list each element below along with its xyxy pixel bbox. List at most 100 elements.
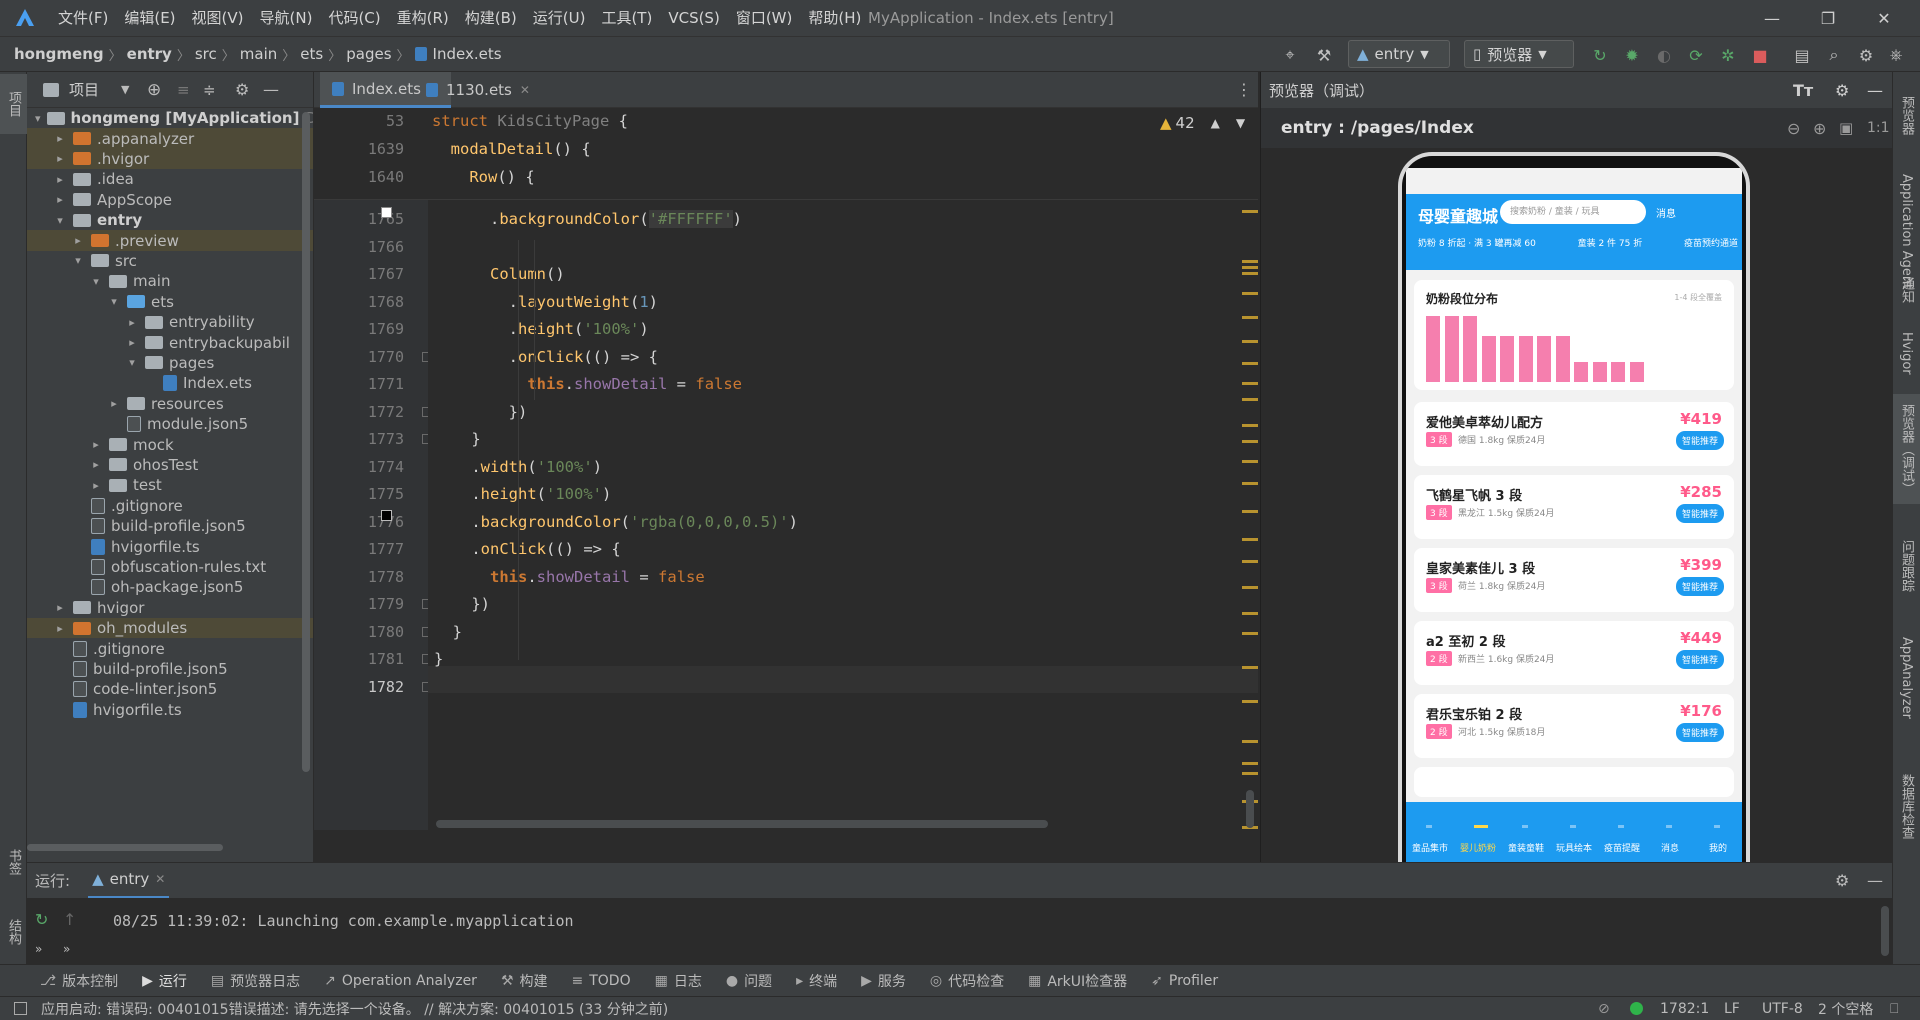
tree-item[interactable]: hvigorfile.ts bbox=[27, 700, 313, 720]
product-card[interactable]: a2 至初 2 段 ¥449 2 段新西兰 1.6kg 保质24月 智能推荐 bbox=[1414, 621, 1734, 685]
status-dot-icon[interactable] bbox=[1630, 1002, 1643, 1015]
tree-item[interactable]: module.json5 bbox=[27, 414, 313, 434]
menu-item[interactable]: 视图(V) bbox=[184, 0, 252, 36]
warning-stripe-mark[interactable] bbox=[1242, 340, 1258, 343]
bottom-tool-tab[interactable]: ▸ 终端 bbox=[784, 971, 849, 991]
tree-item[interactable]: ▾ main bbox=[27, 271, 313, 291]
warning-stripe-mark[interactable] bbox=[1242, 272, 1258, 275]
warning-stripe-mark[interactable] bbox=[1242, 772, 1258, 775]
warning-stripe-mark[interactable] bbox=[1242, 460, 1258, 463]
code-line[interactable]: } bbox=[434, 430, 480, 448]
tree-item[interactable]: ▸ .preview bbox=[27, 230, 313, 251]
hide-panel-icon[interactable]: — bbox=[1867, 871, 1883, 890]
recommend-button[interactable]: 智能推荐 bbox=[1675, 504, 1724, 523]
editor-vscrollbar[interactable] bbox=[1246, 790, 1254, 828]
tree-item[interactable]: obfuscation-rules.txt bbox=[27, 557, 313, 577]
chevron-right-icon[interactable]: ▸ bbox=[53, 152, 67, 165]
menu-item[interactable]: 代码(C) bbox=[320, 0, 388, 36]
warning-stripe-mark[interactable] bbox=[1242, 482, 1258, 485]
chevron-down-icon[interactable]: ▾ bbox=[35, 112, 41, 125]
run-console[interactable]: ↻ ↑ » » 08/25 11:39:02: Launching com.ex… bbox=[27, 898, 1892, 964]
locate-icon[interactable]: ⊕ bbox=[147, 80, 161, 100]
tree-item[interactable]: code-linter.json5 bbox=[27, 679, 313, 699]
tree-item[interactable]: ▸ .hvigor bbox=[27, 148, 313, 170]
bottom-nav-item[interactable]: 疫苗提醒 bbox=[1598, 841, 1646, 854]
right-tool-tab[interactable]: 通知 bbox=[1893, 268, 1920, 312]
tree-item[interactable]: ▸ oh_modules bbox=[27, 618, 313, 639]
recommend-button[interactable]: 智能推荐 bbox=[1675, 577, 1724, 596]
cursor-position[interactable]: 1782:1 bbox=[1660, 1001, 1709, 1017]
code-editor[interactable]: .backgroundColor('#FFFFFF') Column() .la… bbox=[428, 200, 1258, 830]
bottom-nav-item[interactable]: 玩具绘本 bbox=[1550, 841, 1598, 854]
menu-item[interactable]: 窗口(W) bbox=[728, 0, 801, 36]
code-line[interactable]: .height('100%') bbox=[434, 485, 611, 503]
tree-item[interactable]: Index.ets bbox=[27, 373, 313, 393]
code-line[interactable]: this.showDetail = false bbox=[434, 568, 705, 586]
chevron-down-icon[interactable]: ▾ bbox=[71, 254, 85, 267]
bottom-tool-tab[interactable]: ➶ Profiler bbox=[1139, 973, 1230, 989]
code-line[interactable]: .layoutWeight(1) bbox=[434, 293, 658, 311]
warning-stripe-mark[interactable] bbox=[1242, 266, 1258, 269]
indent-setting[interactable]: 2 个空格 bbox=[1818, 999, 1873, 1019]
tree-item[interactable]: ▸ .idea bbox=[27, 169, 313, 189]
apply-changes-icon[interactable]: ⟳ bbox=[1684, 43, 1708, 67]
tree-item[interactable]: ▾ pages bbox=[27, 353, 313, 373]
code-line[interactable]: Column() bbox=[434, 265, 565, 283]
product-card[interactable]: 君乐宝乐铂 2 段 ¥176 2 段河北 1.5kg 保质18月 智能推荐 bbox=[1414, 694, 1734, 758]
bottom-tool-tab[interactable]: ● 问题 bbox=[714, 971, 784, 991]
tree-item[interactable]: ▸ AppScope bbox=[27, 190, 313, 210]
menu-item[interactable]: 编辑(E) bbox=[116, 0, 183, 36]
tree-item[interactable]: ▸ entrybackupabil bbox=[27, 332, 313, 352]
tree-item[interactable]: ▾ src bbox=[27, 251, 313, 271]
breadcrumb-item[interactable]: Index.ets bbox=[414, 45, 502, 63]
bottom-nav-item[interactable]: 婴儿奶粉 bbox=[1454, 841, 1502, 854]
menu-item[interactable]: 导航(N) bbox=[252, 0, 321, 36]
font-size-icon[interactable]: Tт bbox=[1793, 81, 1813, 100]
message-link[interactable]: 消息 bbox=[1656, 205, 1676, 220]
profile-icon[interactable]: ✲ bbox=[1716, 43, 1740, 67]
tree-item[interactable]: .gitignore bbox=[27, 496, 313, 516]
warning-stripe-mark[interactable] bbox=[1242, 510, 1258, 513]
breadcrumb-item[interactable]: ets bbox=[300, 45, 323, 63]
breadcrumb-item[interactable]: main bbox=[240, 45, 277, 63]
chevron-down-icon[interactable]: ▾ bbox=[107, 295, 121, 308]
product-card-partial[interactable] bbox=[1414, 767, 1734, 797]
right-tool-tab[interactable]: 预览器 bbox=[1893, 80, 1920, 150]
bottom-tool-tab[interactable]: ⚒ 构建 bbox=[489, 971, 560, 991]
search-input[interactable]: 搜索奶粉 / 童装 / 玩具 bbox=[1500, 200, 1646, 224]
tree-item[interactable]: build-profile.json5 bbox=[27, 516, 313, 536]
right-tool-tab[interactable]: AppAnalyzer bbox=[1893, 618, 1920, 738]
status-message[interactable]: 应用启动: 错误码: 00401015错误描述: 请先选择一个设备。 // 解决… bbox=[41, 999, 668, 1019]
warning-stripe-mark[interactable] bbox=[1242, 398, 1258, 401]
chevron-right-icon[interactable]: ▸ bbox=[53, 193, 67, 206]
search-icon[interactable]: ⌕ bbox=[1822, 43, 1846, 67]
tree-item[interactable]: ▸ test bbox=[27, 475, 313, 495]
code-line[interactable]: .backgroundColor('rgba(0,0,0,0.5)') bbox=[434, 513, 798, 531]
warning-stripe-mark[interactable] bbox=[1242, 700, 1258, 703]
color-swatch-black[interactable] bbox=[381, 510, 392, 521]
tree-item[interactable]: hvigorfile.ts bbox=[27, 536, 313, 556]
close-icon[interactable]: ✕ bbox=[155, 872, 165, 886]
device-combo[interactable]: ▯ 预览器 ▼ bbox=[1464, 40, 1574, 68]
product-card[interactable]: 爱他美卓萃幼儿配方 ¥419 3 段德国 1.8kg 保质24月 智能推荐 bbox=[1414, 402, 1734, 466]
code-line[interactable]: }) bbox=[434, 403, 528, 421]
tree-item[interactable]: ▾ entry bbox=[27, 210, 313, 230]
recommend-button[interactable]: 智能推荐 bbox=[1675, 650, 1724, 669]
bookmarks-tool-tab[interactable]: 书签 bbox=[0, 832, 27, 892]
tree-scrollbar[interactable] bbox=[302, 112, 310, 772]
recommend-button[interactable]: 智能推荐 bbox=[1675, 431, 1724, 450]
chevron-right-icon[interactable]: ▸ bbox=[89, 458, 103, 471]
bottom-tool-tab[interactable]: ≡ TODO bbox=[560, 973, 643, 989]
tree-item[interactable]: ▾ ets bbox=[27, 292, 313, 312]
menu-item[interactable]: 文件(F) bbox=[50, 0, 116, 36]
code-line[interactable]: } bbox=[434, 623, 462, 641]
attach-icon[interactable]: ◐ bbox=[1652, 43, 1676, 67]
promo-item[interactable]: 奶粉 8 折起 · 满 3 罐再减 60 bbox=[1418, 236, 1536, 252]
menu-item[interactable]: 帮助(H) bbox=[800, 0, 869, 36]
tree-item[interactable]: ▸ entryability bbox=[27, 312, 313, 332]
sticky-code-line[interactable]: modalDetail() { bbox=[432, 140, 591, 158]
chevron-right-icon[interactable]: ▸ bbox=[71, 234, 85, 247]
editor-hscrollbar[interactable] bbox=[436, 820, 1048, 828]
bottom-tool-tab[interactable]: ▶ 运行 bbox=[130, 971, 199, 991]
warning-stripe-mark[interactable] bbox=[1242, 560, 1258, 563]
